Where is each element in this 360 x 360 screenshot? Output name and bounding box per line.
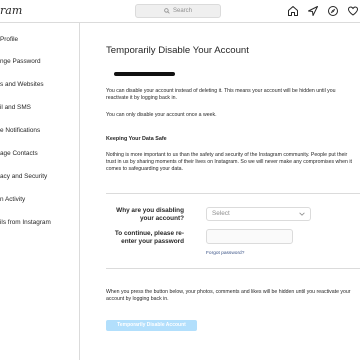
intro-text: You can disable your account instead of …: [106, 88, 336, 101]
divider: [106, 268, 360, 269]
sidebar-item-edit-profile[interactable]: Profile: [0, 36, 18, 43]
data-safe-heading: Keeping Your Data Safe: [106, 136, 167, 142]
sidebar-item-change-password[interactable]: nge Password: [0, 58, 41, 65]
disable-account-button[interactable]: Temporarily Disable Account: [106, 320, 197, 331]
reason-label-line-1: Why are you disabling: [116, 207, 184, 214]
heart-icon[interactable]: [346, 4, 360, 18]
search-icon: [164, 8, 170, 14]
once-a-week-text: You can only disable your account once a…: [106, 112, 217, 118]
password-label-line-1: To continue, please re-: [114, 230, 184, 237]
data-safe-text: Nothing is more important to us than the…: [106, 152, 352, 172]
redacted-username: [114, 72, 175, 76]
sidebar-item-emails-from-instagram[interactable]: ils from Instagram: [0, 219, 51, 226]
sidebar-item-email-and-sms[interactable]: il and SMS: [0, 104, 31, 111]
top-navigation-bar: ram Search: [0, 0, 360, 23]
nav-icons: [286, 4, 360, 18]
settings-sidebar: Profile nge Password s and Websites il a…: [0, 23, 80, 360]
sidebar-item-apps-and-websites[interactable]: s and Websites: [0, 81, 44, 88]
sidebar-item-push-notifications[interactable]: e Notifications: [0, 127, 40, 134]
explore-icon[interactable]: [306, 4, 320, 18]
compass-icon[interactable]: [326, 4, 340, 18]
reason-label-line-2: your account?: [139, 215, 184, 222]
disable-account-panel: Temporarily Disable Your Account You can…: [80, 23, 360, 360]
reason-label: Why are you disabling your account?: [116, 207, 184, 223]
home-icon[interactable]: [286, 4, 300, 18]
reason-select[interactable]: Select: [206, 207, 311, 221]
footer-text: When you press the button below, your ph…: [106, 289, 351, 302]
sidebar-item-privacy-and-security[interactable]: acy and Security: [0, 173, 47, 180]
instagram-logo[interactable]: ram: [0, 4, 22, 17]
password-label-line-2: enter your password: [121, 238, 184, 245]
page-title: Temporarily Disable Your Account: [106, 45, 249, 56]
search-box[interactable]: Search: [135, 4, 221, 18]
divider: [106, 193, 360, 194]
chevron-down-icon: [299, 212, 305, 216]
forgot-password-link[interactable]: Forgot password?: [206, 251, 244, 256]
password-label: To continue, please re- enter your passw…: [115, 230, 184, 246]
password-input[interactable]: [206, 229, 293, 244]
search-placeholder: Search: [172, 8, 192, 14]
sidebar-item-login-activity[interactable]: n Activity: [0, 196, 25, 203]
sidebar-item-manage-contacts[interactable]: age Contacts: [0, 150, 38, 157]
reason-select-value: Select: [212, 210, 230, 217]
